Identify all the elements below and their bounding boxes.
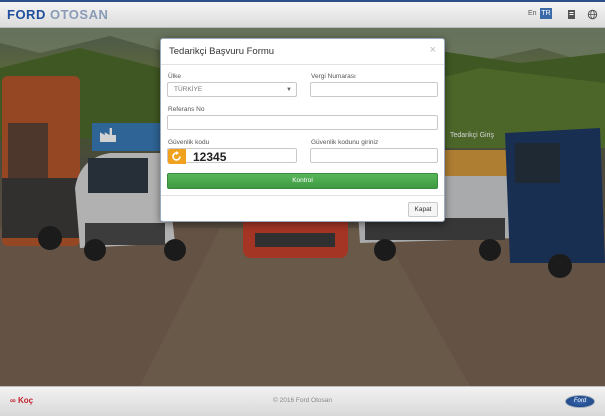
tax-number-label: Vergi Numarası xyxy=(311,73,356,80)
logo-secondary-text: OTOSAN xyxy=(49,7,109,22)
control-button[interactable]: Kontrol xyxy=(167,173,438,189)
page-footer: ∞ Koç © 2016 Ford Otosan Ford xyxy=(0,386,605,416)
copyright-text: © 2016 Ford Otosan xyxy=(273,397,332,404)
security-code-label: Güvenlik kodu xyxy=(168,139,210,146)
chevron-down-icon: ▼ xyxy=(286,87,292,93)
ford-badge-logo[interactable]: Ford xyxy=(565,395,595,408)
logo-main-text: FORD xyxy=(7,7,46,22)
language-tr[interactable]: TR xyxy=(540,8,552,19)
close-button[interactable]: Kapat xyxy=(408,202,438,217)
document-icon[interactable] xyxy=(566,9,577,20)
close-icon[interactable]: × xyxy=(430,44,436,56)
tax-number-input[interactable] xyxy=(310,82,438,97)
reference-input[interactable] xyxy=(167,115,438,130)
language-en[interactable]: En xyxy=(528,10,537,17)
ford-otosan-logo[interactable]: FORD OTOSAN xyxy=(7,7,108,22)
reference-label: Referans No xyxy=(168,106,205,113)
top-header: FORD OTOSAN En TR xyxy=(0,0,605,28)
modal-footer-divider xyxy=(161,195,444,196)
country-label: Ülke xyxy=(168,73,182,80)
modal-header-divider xyxy=(161,64,444,65)
globe-icon[interactable] xyxy=(587,9,598,20)
supplier-application-modal: Tedarikçi Başvuru Formu × Ülke TÜRKİYE ▼… xyxy=(160,38,445,222)
country-value: TÜRKİYE xyxy=(174,86,203,93)
country-select[interactable]: TÜRKİYE ▼ xyxy=(167,82,297,97)
modal-title: Tedarikçi Başvuru Formu xyxy=(169,46,275,57)
security-input-label: Güvenlik kodunu giriniz xyxy=(311,139,379,146)
captcha-display: 12345 xyxy=(167,148,297,164)
security-code-input[interactable] xyxy=(310,148,438,163)
refresh-icon[interactable] xyxy=(168,149,186,164)
captcha-code: 12345 xyxy=(193,150,227,164)
